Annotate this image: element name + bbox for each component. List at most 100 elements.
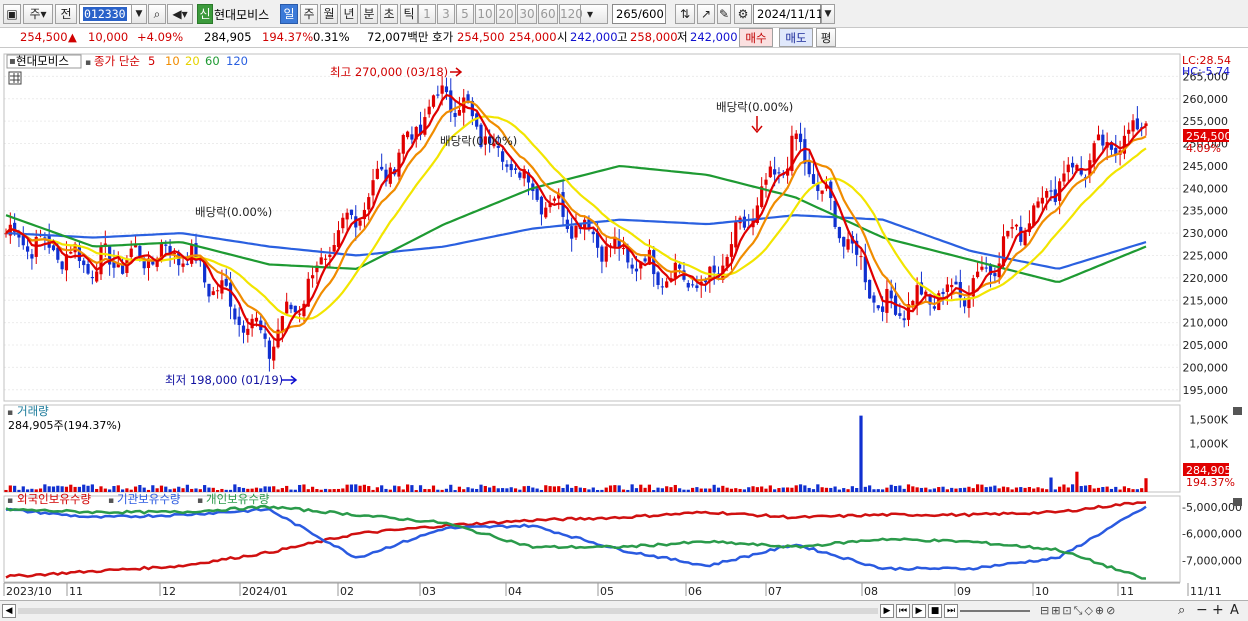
volume-bar xyxy=(1096,487,1101,492)
chart-tools-icons[interactable]: ⊟⊞⊡⤡◇⊕⊘ xyxy=(1040,604,1117,618)
sell-button[interactable]: 매도 xyxy=(779,28,813,47)
scroll-right-icon[interactable]: ▶ xyxy=(880,604,894,618)
volume-bar xyxy=(1131,489,1135,492)
volume-bar xyxy=(872,489,876,492)
play-icon[interactable]: ▶ xyxy=(912,604,926,618)
date-tick: 08 xyxy=(864,585,878,598)
volume-bar xyxy=(859,415,863,492)
new-badge[interactable]: 신 xyxy=(197,4,213,24)
volume-bar xyxy=(824,487,829,492)
volume-bar xyxy=(781,487,785,492)
volume-bar xyxy=(185,484,189,492)
volume-bar xyxy=(544,485,548,492)
interval-button-4[interactable]: 20 xyxy=(496,4,516,24)
price-tick: 260,000 xyxy=(1183,93,1229,106)
stop-icon[interactable]: ■ xyxy=(928,604,942,618)
volume-bar xyxy=(967,486,971,492)
eval-button[interactable]: 평 xyxy=(816,28,836,47)
speaker-icon[interactable]: ◀▾ xyxy=(167,4,193,24)
ma60-legend: 60 xyxy=(205,54,220,68)
volume-bar xyxy=(1023,487,1027,492)
volume-bar xyxy=(479,484,483,492)
interval-button-3[interactable]: 10 xyxy=(475,4,495,24)
chart-menu-dropdown[interactable]: 주▾ xyxy=(23,4,53,24)
zoom-plus-icon[interactable]: + xyxy=(1212,602,1224,618)
compare-icon[interactable]: ⇅ xyxy=(675,4,695,24)
volume-bar xyxy=(557,486,561,492)
period-tab-5[interactable]: 초 xyxy=(380,4,398,24)
volume-bar xyxy=(652,490,656,492)
volume-bar xyxy=(937,487,941,492)
interval-button-7[interactable]: 120 xyxy=(559,4,583,24)
volume-bar xyxy=(647,484,652,492)
zoom-out-icon[interactable]: − xyxy=(1196,602,1208,618)
period-tab-2[interactable]: 월 xyxy=(320,4,338,24)
window-menu-icon[interactable]: ▣ xyxy=(3,4,21,24)
interval-button-2[interactable]: 5 xyxy=(456,4,474,24)
volume-bar xyxy=(1079,486,1083,492)
price-tick: 205,000 xyxy=(1183,339,1229,352)
volume-bar xyxy=(898,485,902,492)
market-type-button[interactable]: 전 xyxy=(55,4,77,24)
trend-icon[interactable]: ↗ xyxy=(697,4,715,24)
holdings-axis: -5,000,000-6,000,000-7,000,000 xyxy=(1182,501,1242,568)
volume-bar xyxy=(423,489,427,492)
code-dropdown-icon[interactable]: ▼ xyxy=(131,4,147,24)
date-field[interactable]: 2024/11/11 xyxy=(753,4,823,24)
volume-bar xyxy=(768,485,772,492)
volume-bar xyxy=(306,489,310,492)
calendar-dropdown-icon[interactable]: ▼ xyxy=(821,4,835,24)
volume-bar xyxy=(587,489,591,492)
volume-bar xyxy=(729,488,734,492)
candle xyxy=(431,94,436,109)
candle xyxy=(868,279,872,299)
inst-bullet-icon: ▪ xyxy=(108,496,114,506)
volume-bar xyxy=(99,486,103,492)
volume-bar xyxy=(1101,486,1105,492)
zoom-slider[interactable] xyxy=(960,610,1030,612)
period-tab-1[interactable]: 주 xyxy=(300,4,318,24)
volume-bar xyxy=(915,487,919,492)
volume-bar xyxy=(397,486,401,492)
volume-bar xyxy=(678,488,682,492)
go-first-icon[interactable]: ⏮ xyxy=(896,604,910,618)
go-last-icon[interactable]: ⏭ xyxy=(944,604,958,618)
volume-bar xyxy=(773,489,777,492)
holdings-panel-close-icon[interactable] xyxy=(1233,498,1242,506)
volume-bar xyxy=(811,489,816,492)
period-tab-3[interactable]: 년 xyxy=(340,4,358,24)
current-price: 254,500 xyxy=(20,30,68,44)
buy-button[interactable]: 매수 xyxy=(739,28,773,47)
volume-bar xyxy=(721,485,725,492)
draw-icon[interactable]: ✎ xyxy=(717,4,731,24)
volume-bar xyxy=(289,489,293,492)
volume-bar xyxy=(1053,489,1057,492)
volume-percent: 194.37% xyxy=(262,30,314,44)
gear-icon[interactable]: ⚙ xyxy=(734,4,752,24)
volume-bar xyxy=(656,487,660,492)
period-tab-4[interactable]: 분 xyxy=(360,4,378,24)
interval-button-1[interactable]: 3 xyxy=(437,4,455,24)
table-icon[interactable] xyxy=(8,71,22,85)
period-tab-6[interactable]: 틱 xyxy=(400,4,418,24)
font-size-icon[interactable]: A xyxy=(1230,603,1239,618)
interval-button-6[interactable]: 60 xyxy=(538,4,558,24)
volume-bar xyxy=(444,488,449,492)
interval-button-0[interactable]: 1 xyxy=(418,4,436,24)
zoom-in-icon[interactable]: ⌕ xyxy=(1178,603,1185,618)
scroll-left-icon[interactable]: ◀ xyxy=(2,604,16,618)
scrollbar-track[interactable] xyxy=(18,608,878,614)
chart-area[interactable]: 195,000 200,000 205,000 210,000 215,000 220,0… xyxy=(0,50,1248,602)
volume-bar xyxy=(535,488,539,492)
interval-button-5[interactable]: 30 xyxy=(517,4,537,24)
search-icon[interactable]: ⌕ xyxy=(148,4,166,24)
data-count-field[interactable]: 265/600 xyxy=(612,4,666,24)
volume-bar xyxy=(470,488,474,492)
volume-bar xyxy=(1032,488,1036,492)
volume-bar xyxy=(1083,485,1088,492)
volume-bar xyxy=(194,488,198,492)
volume-panel-close-icon[interactable] xyxy=(1233,407,1242,415)
date-tick: 02 xyxy=(340,585,354,598)
period-tab-0[interactable]: 일 xyxy=(280,4,298,24)
volume-bar xyxy=(328,489,332,492)
